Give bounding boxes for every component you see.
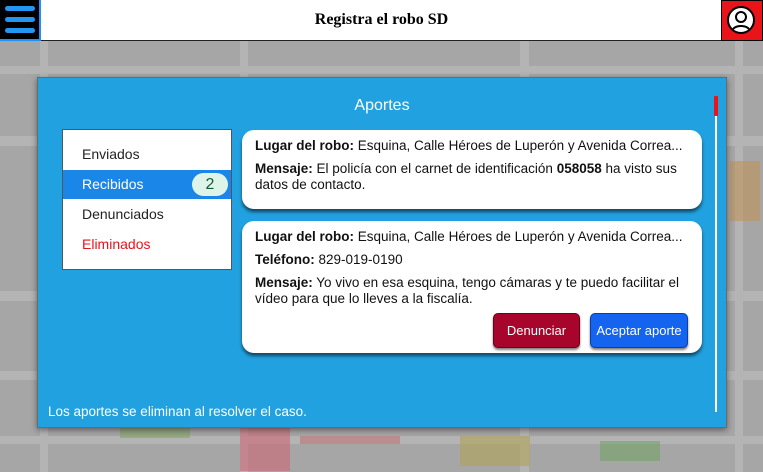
sidebar-item-label: Enviados: [82, 146, 140, 162]
aportes-category-list: Enviados Recibidos 2 Denunciados Elimina…: [62, 129, 232, 270]
sidebar-item-label: Recibidos: [82, 176, 144, 192]
user-account-button[interactable]: [721, 0, 763, 41]
user-avatar-icon: [727, 6, 755, 34]
report-button[interactable]: Denunciar: [493, 313, 580, 348]
police-id-number: 058058: [556, 161, 602, 176]
dialog-title: Aportes: [354, 97, 410, 114]
sidebar-item-recibidos[interactable]: Recibidos 2: [63, 170, 231, 199]
aporte-message: Mensaje: Yo vivo en esa esquina, tengo c…: [255, 275, 680, 306]
sidebar-item-denunciados[interactable]: Denunciados: [63, 200, 231, 229]
aporte-card: Lugar del robo: Esquina, Calle Héroes de…: [242, 130, 702, 209]
top-app-bar: Registra el robo SD: [0, 0, 763, 41]
contact-phone: Teléfono: 829-019-0190: [255, 252, 403, 267]
dialog-footnote: Los aportes se eliminan al resolver el c…: [48, 404, 307, 419]
sidebar-item-label: Eliminados: [82, 236, 151, 252]
accept-aporte-button[interactable]: Aceptar aporte: [590, 313, 688, 348]
unread-count-badge: 2: [192, 173, 228, 196]
app-title: Registra el robo SD: [314, 11, 449, 28]
sidebar-item-eliminados[interactable]: Eliminados: [63, 230, 231, 259]
sidebar-item-enviados[interactable]: Enviados: [63, 140, 231, 169]
aporte-message: Mensaje: El policía con el carnet de ide…: [255, 161, 677, 192]
sidebar-item-label: Denunciados: [82, 206, 164, 222]
aportes-dialog: Aportes Enviados Recibidos 2 Denunciados…: [37, 77, 727, 428]
scrollbar-track[interactable]: [715, 96, 717, 412]
aporte-card: Lugar del robo: Esquina, Calle Héroes de…: [242, 221, 702, 353]
scrollbar-thumb[interactable]: [714, 96, 718, 116]
robbery-location: Lugar del robo: Esquina, Calle Héroes de…: [255, 138, 683, 153]
robbery-location: Lugar del robo: Esquina, Calle Héroes de…: [255, 229, 683, 244]
